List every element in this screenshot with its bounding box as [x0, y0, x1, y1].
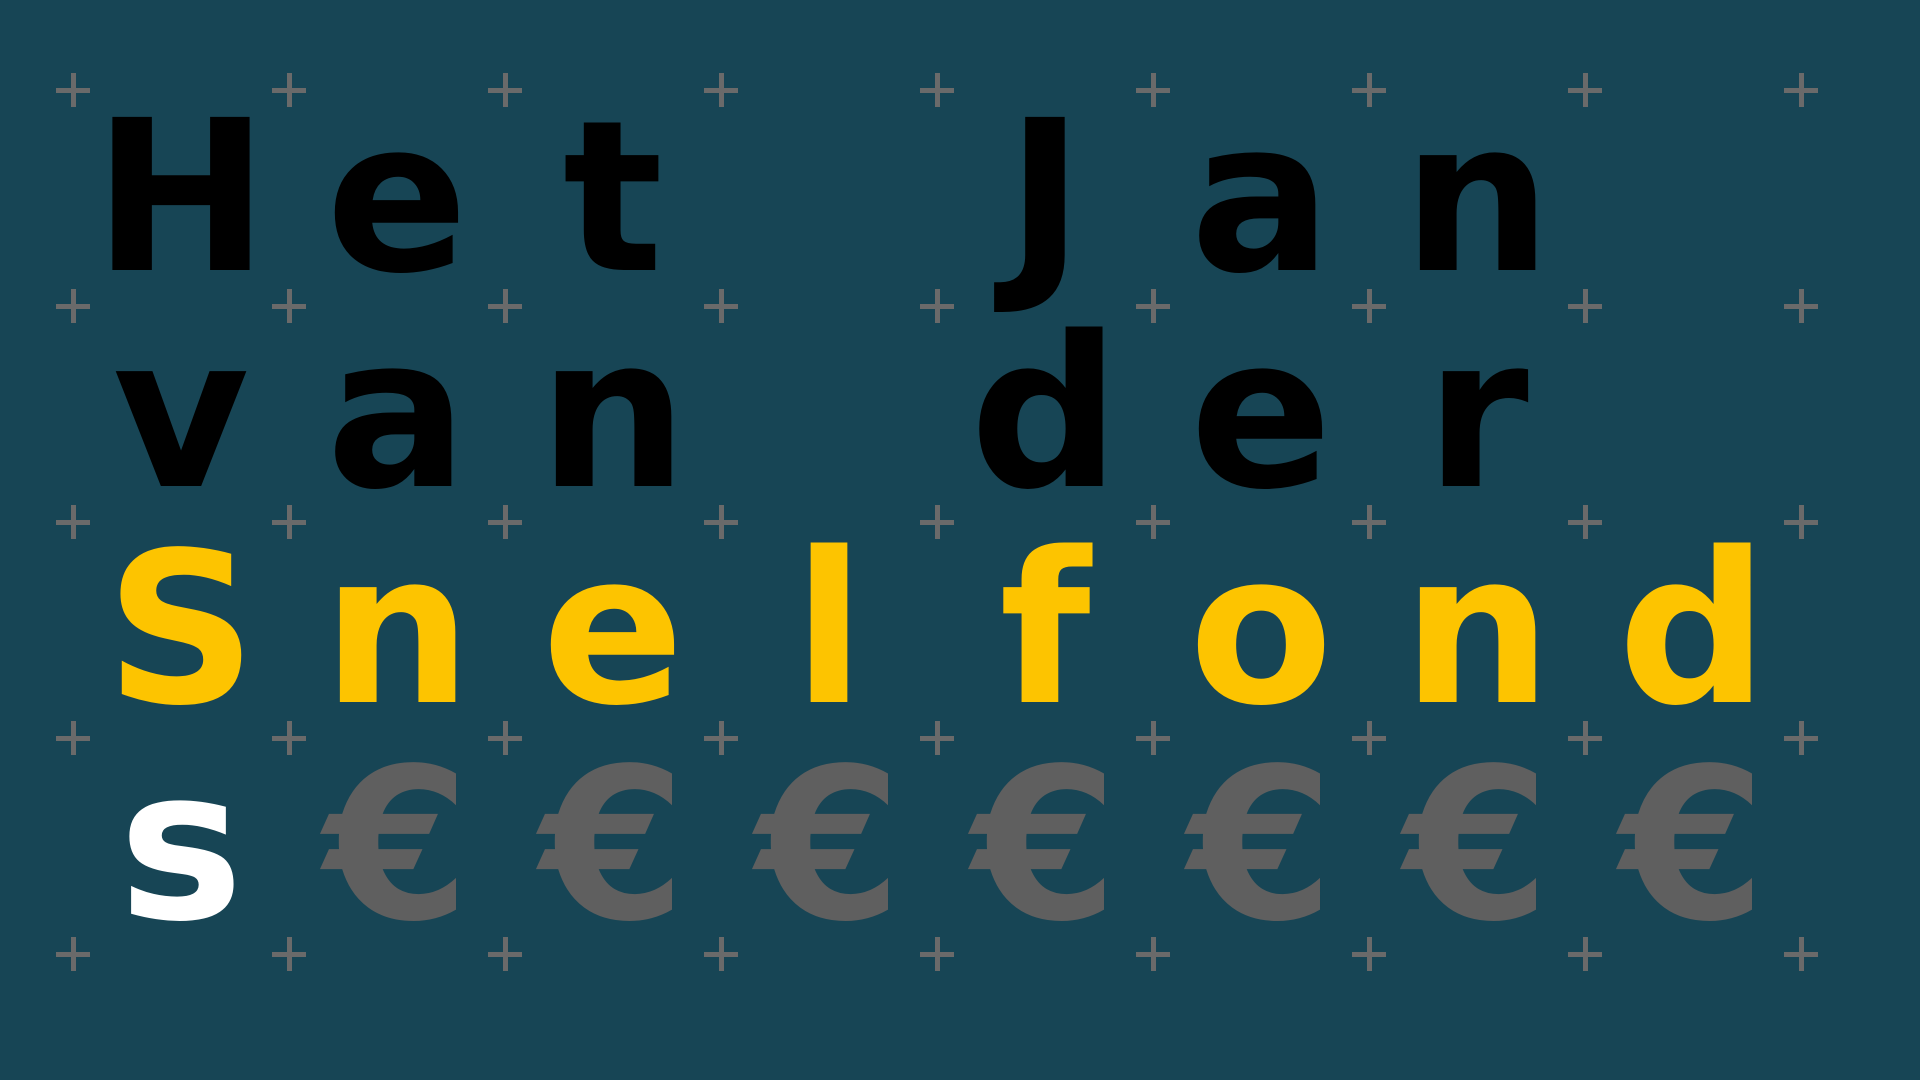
letter-cell: o	[1188, 507, 1334, 752]
letter-cell: n	[1402, 507, 1552, 752]
poster-canvas: He t Ja n v a n d e r Sn e l f o n d s € € € € € € €	[0, 0, 1920, 1080]
letter-cell: e	[325, 75, 469, 320]
letter-cell: n	[322, 507, 472, 752]
letter-cell: r	[1425, 291, 1529, 536]
letter-cell: a	[1190, 75, 1332, 320]
euro-glyph: €	[971, 723, 1119, 968]
euro-glyph: €	[323, 723, 471, 968]
letter-cell: J	[1005, 75, 1085, 320]
letter-cell: e	[1189, 291, 1333, 536]
letter-cell: s	[118, 723, 244, 968]
letter-cell: f	[999, 507, 1091, 752]
letter-cell	[721, 306, 937, 522]
letter-cell	[721, 90, 937, 306]
letter-cell: t	[562, 75, 664, 320]
letter-cell: d	[1617, 507, 1769, 752]
euro-glyph: €	[1187, 723, 1335, 968]
euro-glyph: €	[1403, 723, 1551, 968]
euro-glyph: €	[539, 723, 687, 968]
letter-cell: d	[969, 291, 1121, 536]
letter-cell: S	[105, 507, 257, 752]
letter-cell: n	[538, 291, 688, 536]
letter-cell: l	[793, 507, 865, 752]
letter-cell: e	[541, 507, 685, 752]
euro-glyph: €	[1619, 723, 1767, 968]
letter-cell: n	[1402, 75, 1552, 320]
euro-glyph: €	[755, 723, 903, 968]
letter-cell: H	[93, 75, 269, 320]
letter-cell	[1585, 90, 1801, 306]
letter-cell: a	[326, 291, 468, 536]
letter-cell: v	[112, 291, 250, 536]
letter-cell	[1585, 306, 1801, 522]
